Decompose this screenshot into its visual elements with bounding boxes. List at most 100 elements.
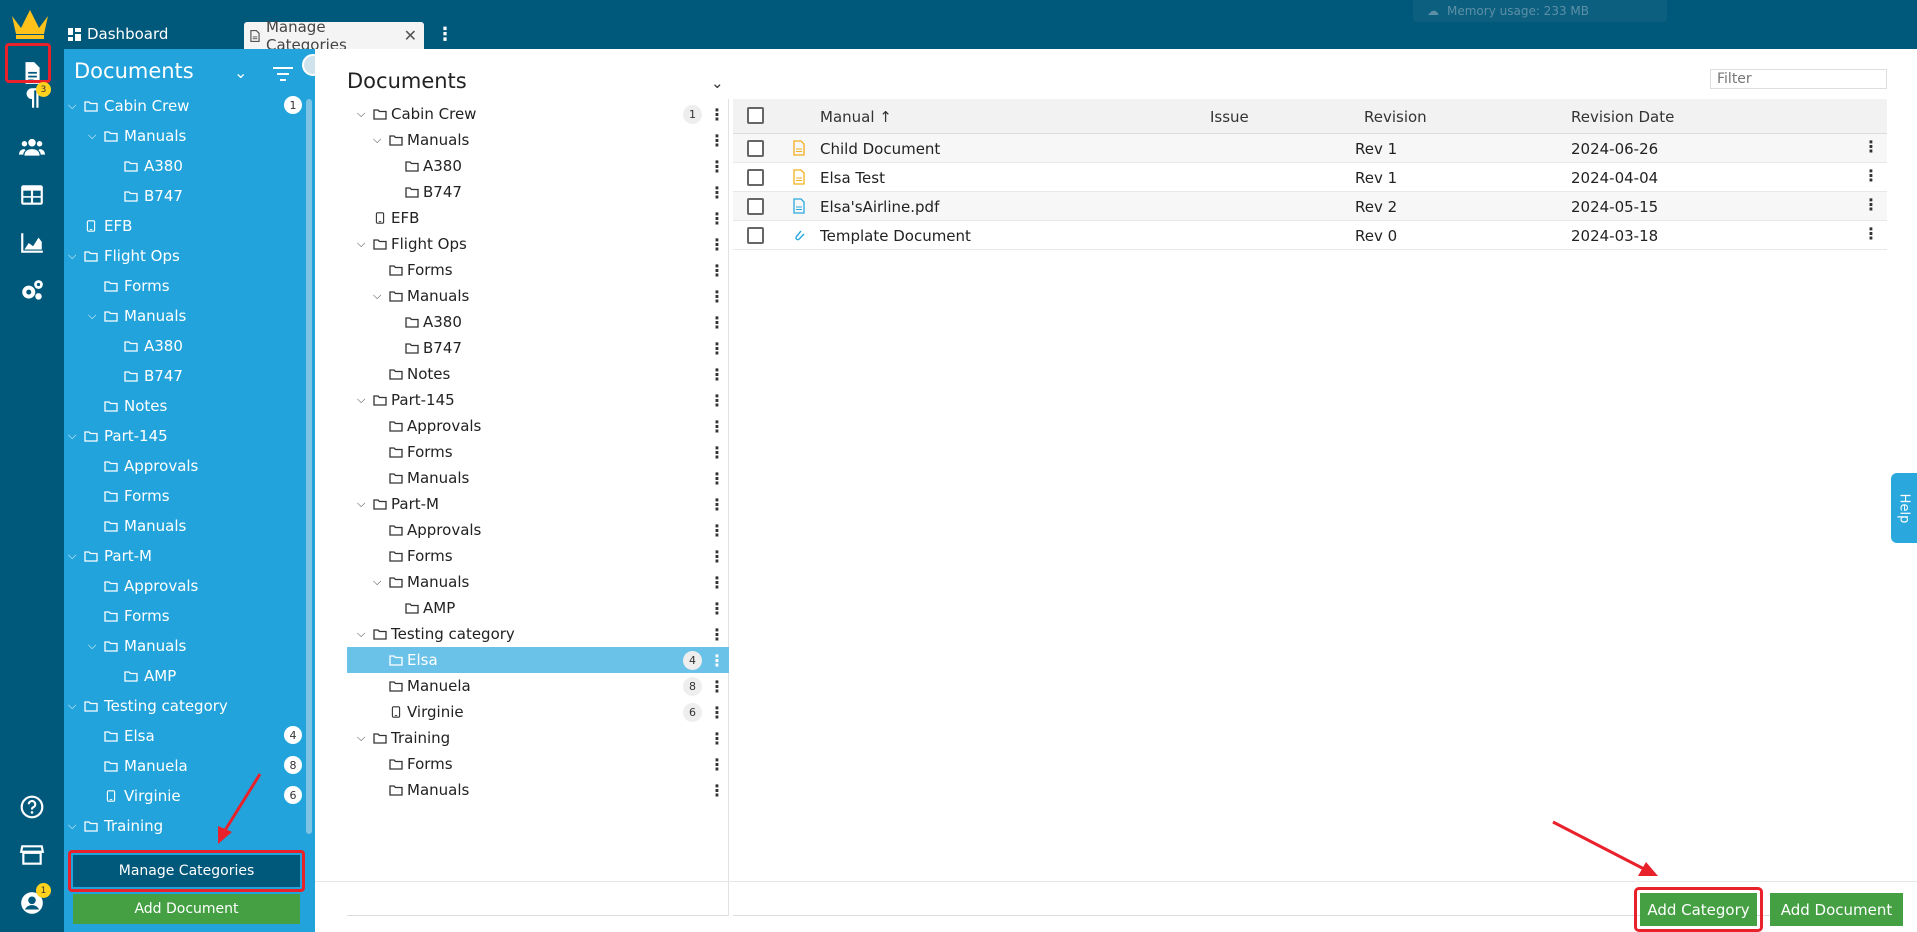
row-checkbox[interactable]: [747, 169, 764, 186]
more-vertical-icon[interactable]: ⋮: [709, 703, 725, 722]
chevron-down-icon[interactable]: ⌵: [357, 393, 371, 407]
tree-item[interactable]: Notes ⋮: [347, 361, 729, 387]
cell-manual[interactable]: Template Document: [820, 227, 971, 245]
tree-item[interactable]: Forms ⋮: [347, 751, 729, 777]
chevron-down-icon[interactable]: ⌄: [711, 74, 724, 92]
more-vertical-icon[interactable]: ⋮: [709, 625, 725, 644]
close-icon[interactable]: ✕: [404, 26, 417, 45]
tab-manage-categories[interactable]: Manage Categories ✕: [244, 18, 424, 54]
add-document-button[interactable]: Add Document: [1770, 893, 1903, 926]
chevron-down-icon[interactable]: ⌵: [68, 699, 80, 713]
chevron-down-icon[interactable]: ⌵: [88, 309, 100, 323]
column-header-issue[interactable]: Issue: [1210, 108, 1249, 126]
sidebar-scrollbar[interactable]: [306, 99, 312, 834]
more-vertical-icon[interactable]: ⋮: [709, 235, 725, 254]
more-vertical-icon[interactable]: ⋮: [1863, 224, 1879, 243]
table-row[interactable]: Template Document Rev 0 2024-03-18 ⋮: [733, 221, 1887, 250]
sidebar-item[interactable]: B747: [64, 184, 183, 208]
chevron-down-icon[interactable]: ⌵: [68, 99, 80, 113]
tree-item[interactable]: ⌵ Testing category ⋮: [347, 621, 729, 647]
table-row[interactable]: Child Document Rev 1 2024-06-26 ⋮: [733, 134, 1887, 163]
sidebar-item[interactable]: ⌵ Part-M: [64, 544, 152, 568]
more-vertical-icon[interactable]: ⋮: [1863, 195, 1879, 214]
more-vertical-icon[interactable]: ⋮: [709, 573, 725, 592]
chevron-down-icon[interactable]: ⌵: [357, 497, 371, 511]
sidebar-item[interactable]: ⌵ Flight Ops: [64, 244, 180, 268]
chevron-down-icon[interactable]: ⌵: [68, 249, 80, 263]
more-vertical-icon[interactable]: ⋮: [709, 469, 725, 488]
chevron-down-icon[interactable]: ⌵: [68, 429, 80, 443]
sidebar-item[interactable]: EFB: [64, 214, 132, 238]
sidebar-item[interactable]: ⌵ Cabin Crew: [64, 94, 189, 118]
cell-manual[interactable]: Child Document: [820, 140, 940, 158]
sidebar-item[interactable]: Approvals: [64, 574, 198, 598]
tree-item[interactable]: B747 ⋮: [347, 179, 729, 205]
more-vertical-icon[interactable]: ⋮: [709, 183, 725, 202]
more-vertical-icon[interactable]: ⋮: [709, 755, 725, 774]
sidebar-item[interactable]: A380: [64, 334, 183, 358]
chevron-down-icon[interactable]: ⌵: [68, 819, 80, 833]
tree-item[interactable]: Forms ⋮: [347, 439, 729, 465]
filter-input[interactable]: [1710, 69, 1887, 89]
nav-tables[interactable]: [14, 177, 50, 213]
more-vertical-icon[interactable]: ⋮: [709, 287, 725, 306]
chevron-down-icon[interactable]: ⌵: [373, 289, 387, 303]
tree-item[interactable]: Forms ⋮: [347, 257, 729, 283]
column-header-revision[interactable]: Revision: [1364, 108, 1427, 126]
chevron-down-icon[interactable]: ⌵: [88, 129, 100, 143]
sidebar-item[interactable]: ⌵ Testing category: [64, 694, 228, 718]
more-vertical-icon[interactable]: ⋮: [709, 339, 725, 358]
sidebar-item[interactable]: Forms: [64, 484, 170, 508]
tree-item[interactable]: Manuals ⋮: [347, 465, 729, 491]
more-vertical-icon[interactable]: ⋮: [709, 547, 725, 566]
tabs-more-icon[interactable]: ⋮: [436, 24, 454, 45]
sidebar-add-document-button[interactable]: Add Document: [73, 894, 300, 924]
row-checkbox[interactable]: [747, 198, 764, 215]
sidebar-item[interactable]: ⌵ Manuals: [64, 304, 186, 328]
chevron-down-icon[interactable]: ⌵: [357, 237, 371, 251]
sidebar-item[interactable]: ⌵ Training: [64, 814, 163, 838]
chevron-down-icon[interactable]: ⌵: [357, 627, 371, 641]
tree-item[interactable]: ⌵ Flight Ops ⋮: [347, 231, 729, 257]
chevron-down-icon[interactable]: ⌵: [373, 133, 387, 147]
tree-item[interactable]: ⌵ Manuals ⋮: [347, 569, 729, 595]
nav-analytics[interactable]: [14, 225, 50, 261]
sidebar-item[interactable]: ⌵ Manuals: [64, 634, 186, 658]
more-vertical-icon[interactable]: ⋮: [709, 417, 725, 436]
chevron-down-icon[interactable]: ⌵: [68, 549, 80, 563]
tree-item[interactable]: A380 ⋮: [347, 153, 729, 179]
sidebar-item[interactable]: Manuela: [64, 754, 188, 778]
sidebar-item[interactable]: Elsa: [64, 724, 155, 748]
column-header-revision-date[interactable]: Revision Date: [1571, 108, 1674, 126]
tree-item[interactable]: ⌵ Training ⋮: [347, 725, 729, 751]
more-vertical-icon[interactable]: ⋮: [709, 677, 725, 696]
select-all-checkbox[interactable]: [747, 107, 764, 124]
more-vertical-icon[interactable]: ⋮: [709, 781, 725, 800]
more-vertical-icon[interactable]: ⋮: [709, 443, 725, 462]
tree-item[interactable]: Approvals ⋮: [347, 413, 729, 439]
table-row[interactable]: Elsa'sAirline.pdf Rev 2 2024-05-15 ⋮: [733, 192, 1887, 221]
more-vertical-icon[interactable]: ⋮: [1863, 137, 1879, 156]
tree-item[interactable]: Manuela 8 ⋮: [347, 673, 729, 699]
more-vertical-icon[interactable]: ⋮: [1863, 166, 1879, 185]
chevron-down-icon[interactable]: ⌵: [357, 731, 371, 745]
more-vertical-icon[interactable]: ⋮: [709, 391, 725, 410]
tree-item[interactable]: Virginie 6 ⋮: [347, 699, 729, 725]
tree-item[interactable]: ⌵ Manuals ⋮: [347, 283, 729, 309]
more-vertical-icon[interactable]: ⋮: [709, 157, 725, 176]
tab-dashboard[interactable]: Dashboard: [68, 23, 168, 45]
chevron-down-icon[interactable]: ⌵: [373, 575, 387, 589]
filter-icon[interactable]: [272, 65, 294, 83]
column-header-manual[interactable]: Manual ↑: [820, 108, 892, 126]
sidebar-item[interactable]: ⌵ Part-145: [64, 424, 168, 448]
tree-item[interactable]: AMP ⋮: [347, 595, 729, 621]
more-vertical-icon[interactable]: ⋮: [709, 313, 725, 332]
row-checkbox[interactable]: [747, 227, 764, 244]
sidebar-item[interactable]: Forms: [64, 604, 170, 628]
sidebar-item[interactable]: B747: [64, 364, 183, 388]
cell-manual[interactable]: Elsa Test: [820, 169, 885, 187]
more-vertical-icon[interactable]: ⋮: [709, 521, 725, 540]
sidebar-item[interactable]: Virginie: [64, 784, 181, 808]
sidebar-item[interactable]: AMP: [64, 664, 176, 688]
more-vertical-icon[interactable]: ⋮: [709, 209, 725, 228]
